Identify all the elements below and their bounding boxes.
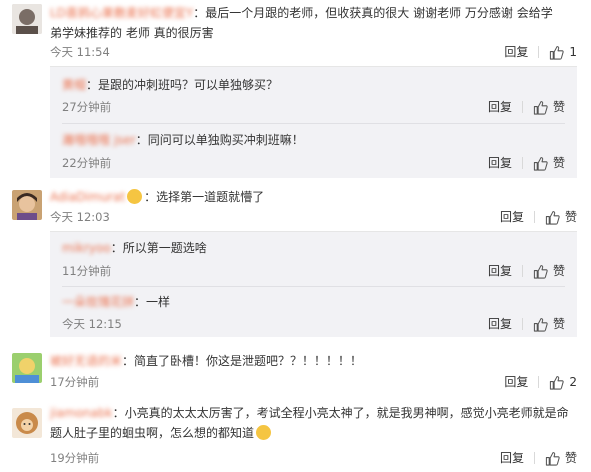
divider [521, 265, 523, 277]
reply-button[interactable]: 回复 [488, 314, 512, 334]
reply-meta: 27分钟前 回复 赞 [62, 97, 565, 117]
like-button[interactable]: 赞 [533, 261, 565, 281]
comment-username[interactable]: 被好无语的米 [50, 354, 122, 368]
reply-list: 黄帽：是跟的冲刺班吗？可以单独够买？ 27分钟前 回复 赞 灕哦哦哦 jser：… [50, 66, 577, 178]
divider [62, 286, 565, 287]
divider [533, 211, 535, 223]
reply-text: 黄帽：是跟的冲刺班吗？可以单独够买？ [62, 78, 279, 92]
comment-text: AdiaDimurat ：选择第一道题就懵了 [50, 189, 265, 204]
like-button[interactable]: 2 [549, 372, 577, 392]
reply-username[interactable]: 灕哦哦哦 jser [62, 133, 136, 147]
divider [533, 452, 535, 464]
reply-username[interactable]: 一朵玫瑰花拼 [62, 295, 134, 309]
comment-text: jiamonabk：小亮真的太太太厉害了，考试全程小亮太神了，就是我男神啊，感觉… [50, 406, 569, 440]
reply-text: 灕哦哦哦 jser：同问可以单独购买冲刺班嘛！ [62, 133, 304, 147]
reply-button[interactable]: 回复 [500, 448, 524, 468]
reply-button[interactable]: 回复 [488, 261, 512, 281]
comment-time: 今天 11:54 [50, 45, 110, 59]
comment-username[interactable]: AdiaDimurat [50, 190, 125, 204]
reply-text: 一朵玫瑰花拼：一样 [62, 295, 171, 309]
reply-meta: 今天 12:15 回复 赞 [62, 314, 565, 334]
reply-list: mikryoo：所以第一题选啥 11分钟前 回复 赞 一朵玫瑰花拼：一样 今天 … [50, 231, 577, 337]
reply-meta: 11分钟前 回复 赞 [62, 261, 565, 281]
reply-button[interactable]: 回复 [488, 97, 512, 117]
avatar[interactable] [12, 408, 42, 438]
divider [521, 157, 523, 169]
comment-username[interactable]: jiamonabk [50, 406, 113, 420]
divider [521, 101, 523, 113]
comment-text: LD喜鸦心果敷麦好虹便宜Y：最后一个月跟的老师，但收获真的很大 谢谢老师 万分感… [50, 6, 553, 40]
divider [538, 376, 540, 388]
thumbs-up-icon [533, 156, 548, 171]
reply-time: 今天 12:15 [62, 317, 122, 331]
reply-button[interactable]: 回复 [504, 42, 528, 62]
thumbs-up-icon [550, 375, 565, 390]
reply-meta: 22分钟前 回复 赞 [62, 153, 565, 173]
reply-time: 27分钟前 [62, 100, 112, 114]
thumbs-up-icon [550, 45, 565, 60]
thumbs-up-icon [533, 100, 548, 115]
thumbs-up-icon [533, 264, 548, 279]
comment-meta: 17分钟前 回复 2 [50, 372, 577, 392]
divider [62, 123, 565, 124]
crying-emoji-icon [127, 189, 143, 204]
comment-username[interactable]: LD喜鸦心果敷麦好虹便宜Y [50, 6, 193, 20]
like-button[interactable]: 1 [549, 42, 577, 62]
like-count: 1 [569, 45, 577, 59]
comment-time: 19分钟前 [50, 451, 100, 465]
thumbs-up-icon [545, 210, 560, 225]
reply-username[interactable]: mikryoo [62, 241, 111, 255]
reply-time: 11分钟前 [62, 264, 112, 278]
comment-meta: 今天 11:54 回复 1 [50, 42, 577, 62]
divider [538, 46, 540, 58]
reply-button[interactable]: 回复 [500, 207, 524, 227]
like-button[interactable]: 赞 [545, 207, 577, 227]
reply-text: mikryoo：所以第一题选啥 [62, 241, 207, 255]
avatar[interactable] [12, 353, 42, 383]
like-button[interactable]: 赞 [545, 448, 577, 468]
like-count: 2 [569, 375, 577, 389]
like-button[interactable]: 赞 [533, 153, 565, 173]
like-button[interactable]: 赞 [533, 314, 565, 334]
comment-meta: 今天 12:03 回复 赞 [50, 207, 577, 227]
avatar[interactable] [12, 4, 42, 34]
comment-time: 今天 12:03 [50, 210, 110, 224]
reply-time: 22分钟前 [62, 156, 112, 170]
comment-time: 17分钟前 [50, 375, 100, 389]
divider [521, 318, 523, 330]
reply-button[interactable]: 回复 [504, 372, 528, 392]
avatar[interactable] [12, 190, 42, 220]
thumbs-up-icon [545, 451, 560, 466]
comment-text: 被好无语的米：简直了卧槽！你这是泄题吧？？！！！！！ [50, 354, 363, 368]
smirk-emoji-icon [256, 425, 272, 440]
reply-username[interactable]: 黄帽 [62, 78, 86, 92]
like-button[interactable]: 赞 [533, 97, 565, 117]
thumbs-up-icon [533, 317, 548, 332]
comment-meta: 19分钟前 回复 赞 [50, 448, 577, 468]
reply-button[interactable]: 回复 [488, 153, 512, 173]
